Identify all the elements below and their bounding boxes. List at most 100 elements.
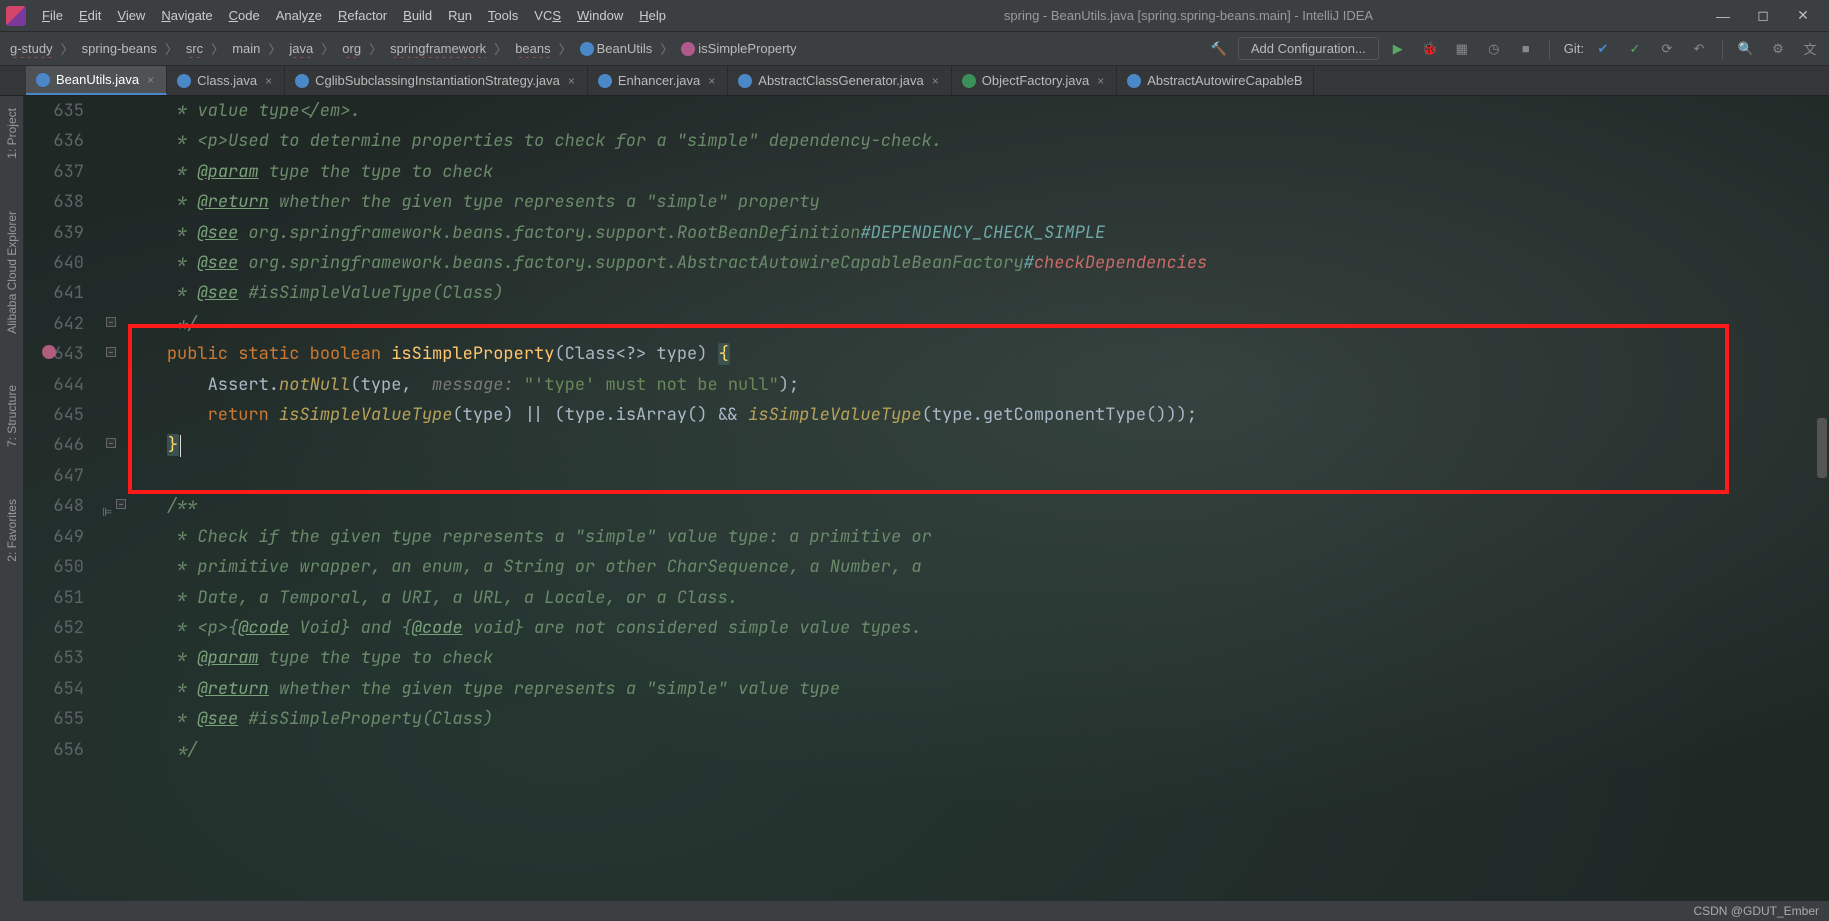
translate-icon[interactable]: 文 bbox=[1797, 36, 1823, 62]
toolwindow-structure[interactable]: 7: Structure bbox=[3, 379, 21, 453]
code-text: public bbox=[167, 343, 228, 365]
menu-window[interactable]: Window bbox=[569, 4, 631, 27]
close-icon[interactable]: × bbox=[706, 74, 717, 88]
code-line[interactable]: 656 */ bbox=[52, 735, 1829, 765]
chevron-right-icon: 〉 bbox=[369, 39, 382, 58]
line-number: 654 bbox=[52, 674, 98, 704]
code-line[interactable]: 647 bbox=[52, 461, 1829, 491]
crumb-class-label: BeanUtils bbox=[597, 41, 653, 56]
tab-class[interactable]: Class.java× bbox=[167, 66, 285, 95]
code-line[interactable]: 639 * @see org.springframework.beans.fac… bbox=[52, 218, 1829, 248]
tab-absclassgen[interactable]: AbstractClassGenerator.java× bbox=[728, 66, 951, 95]
code-line[interactable]: 651 * Date, a Temporal, a URI, a URL, a … bbox=[52, 583, 1829, 613]
chevron-right-icon: 〉 bbox=[165, 39, 178, 58]
code-text: @code bbox=[412, 617, 463, 639]
code-line[interactable]: 644 Assert.notNull(type, message: "'type… bbox=[52, 370, 1829, 400]
tab-enhancer[interactable]: Enhancer.java× bbox=[588, 66, 728, 95]
menu-file[interactable]: FFileile bbox=[34, 4, 71, 27]
code-line[interactable]: 641 * @see #isSimpleValueType(Class) bbox=[52, 278, 1829, 308]
close-icon[interactable]: × bbox=[566, 74, 577, 88]
crumb-org[interactable]: org bbox=[338, 39, 365, 58]
menu-tools[interactable]: Tools bbox=[480, 4, 526, 27]
code-line[interactable]: 652 * <p>{@code Void} and {@code void} a… bbox=[52, 613, 1829, 643]
coverage-icon[interactable]: ▦ bbox=[1449, 36, 1475, 62]
fold-end-icon[interactable]: – bbox=[106, 317, 116, 327]
crumb-src[interactable]: src bbox=[182, 39, 207, 58]
toolwindow-project[interactable]: 1: Project bbox=[3, 102, 21, 165]
fold-start-icon[interactable]: – bbox=[116, 499, 126, 509]
git-rollback-icon[interactable]: ↶ bbox=[1686, 36, 1712, 62]
run-icon[interactable]: ▶ bbox=[1385, 36, 1411, 62]
crumb-class[interactable]: BeanUtils bbox=[576, 39, 657, 59]
code-line[interactable]: 649 * Check if the given type represents… bbox=[52, 522, 1829, 552]
menu-navigate[interactable]: Navigate bbox=[153, 4, 220, 27]
line-number: 641 bbox=[52, 278, 98, 308]
toolwindow-favorites[interactable]: 2: Favorites bbox=[3, 493, 21, 568]
profiler-icon[interactable]: ◷ bbox=[1481, 36, 1507, 62]
git-label: Git: bbox=[1564, 41, 1584, 56]
crumb-project[interactable]: g-study bbox=[6, 39, 57, 58]
crumb-method[interactable]: isSimpleProperty bbox=[677, 39, 800, 59]
menu-edit[interactable]: Edit bbox=[71, 4, 109, 27]
code-line[interactable]: 636 * <p>Used to determine properties to… bbox=[52, 126, 1829, 156]
git-update-icon[interactable]: ✔ bbox=[1590, 36, 1616, 62]
tab-label: CglibSubclassingInstantiationStrategy.ja… bbox=[315, 73, 560, 88]
fold-start-icon[interactable]: – bbox=[106, 347, 116, 357]
menu-vcs[interactable]: VCS bbox=[526, 4, 569, 27]
line-number: 637 bbox=[52, 157, 98, 187]
code-line[interactable]: 638 * @return whether the given type rep… bbox=[52, 187, 1829, 217]
search-everywhere-icon[interactable]: 🔍 bbox=[1733, 36, 1759, 62]
debug-icon[interactable]: 🐞 bbox=[1417, 36, 1443, 62]
menu-analyze[interactable]: Analyze bbox=[268, 4, 330, 27]
tab-objectfactory[interactable]: ObjectFactory.java× bbox=[952, 66, 1117, 95]
close-icon[interactable]: × bbox=[1095, 74, 1106, 88]
toolwindow-alibaba-cloud[interactable]: Alibaba Cloud Explorer bbox=[3, 205, 21, 340]
ide-settings-icon[interactable]: ⚙ bbox=[1765, 36, 1791, 62]
code-line[interactable]: 637 * @param type the type to check bbox=[52, 157, 1829, 187]
code-text: #isSimpleValueType(Class) bbox=[238, 282, 503, 304]
crumb-main[interactable]: main bbox=[228, 39, 264, 58]
add-configuration-button[interactable]: Add Configuration... bbox=[1238, 37, 1379, 60]
scrollbar-thumb[interactable] bbox=[1817, 418, 1827, 478]
menu-run[interactable]: Run bbox=[440, 4, 480, 27]
fold-end-icon[interactable]: – bbox=[106, 438, 116, 448]
crumb-springframework[interactable]: springframework bbox=[386, 39, 490, 58]
close-icon[interactable]: × bbox=[263, 74, 274, 88]
close-icon[interactable]: × bbox=[930, 74, 941, 88]
code-line[interactable]: 655 * @see #isSimpleProperty(Class) bbox=[52, 704, 1829, 734]
stop-icon[interactable]: ■ bbox=[1513, 36, 1539, 62]
window-close-button[interactable]: ✕ bbox=[1783, 7, 1823, 24]
gutter-mark-icon[interactable]: ⊫ bbox=[102, 497, 112, 527]
hammer-build-icon[interactable]: 🔨 bbox=[1206, 36, 1232, 62]
code-line[interactable]: 653 * @param type the type to check bbox=[52, 643, 1829, 673]
code-text: */ bbox=[167, 739, 198, 761]
code-line[interactable]: 646– } bbox=[52, 430, 1829, 460]
crumb-module[interactable]: spring-beans bbox=[78, 39, 161, 58]
code-line[interactable]: 643– public static boolean isSimplePrope… bbox=[52, 339, 1829, 369]
crumb-java[interactable]: java bbox=[285, 39, 317, 58]
window-minimize-button[interactable]: — bbox=[1703, 8, 1743, 24]
menu-refactor[interactable]: Refactor bbox=[330, 4, 395, 27]
code-line[interactable]: 642– */ bbox=[52, 309, 1829, 339]
git-history-icon[interactable]: ⟳ bbox=[1654, 36, 1680, 62]
menu-code[interactable]: Code bbox=[221, 4, 268, 27]
code-line[interactable]: 640 * @see org.springframework.beans.fac… bbox=[52, 248, 1829, 278]
tab-absautowire[interactable]: AbstractAutowireCapableB bbox=[1117, 66, 1313, 95]
close-icon[interactable]: × bbox=[145, 73, 156, 87]
code-text: type the type to check bbox=[259, 161, 494, 183]
code-line[interactable]: 645 return isSimpleValueType(type) || (t… bbox=[52, 400, 1829, 430]
editor[interactable]: 635 * value type</em>. 636 * <p>Used to … bbox=[24, 96, 1829, 901]
code-line[interactable]: 635 * value type</em>. bbox=[52, 96, 1829, 126]
git-commit-icon[interactable]: ✓ bbox=[1622, 36, 1648, 62]
tab-beanutils[interactable]: BeanUtils.java× bbox=[26, 66, 167, 95]
vertical-scrollbar[interactable] bbox=[1817, 96, 1827, 901]
crumb-beans[interactable]: beans bbox=[511, 39, 554, 58]
code-line[interactable]: 650 * primitive wrapper, an enum, a Stri… bbox=[52, 552, 1829, 582]
code-line[interactable]: 648⊫– /** bbox=[52, 491, 1829, 521]
tab-cglib[interactable]: CglibSubclassingInstantiationStrategy.ja… bbox=[285, 66, 588, 95]
code-line[interactable]: 654 * @return whether the given type rep… bbox=[52, 674, 1829, 704]
menu-help[interactable]: Help bbox=[631, 4, 674, 27]
window-maximize-button[interactable]: ◻ bbox=[1743, 7, 1783, 24]
menu-view[interactable]: View bbox=[109, 4, 153, 27]
menu-build[interactable]: Build bbox=[395, 4, 440, 27]
